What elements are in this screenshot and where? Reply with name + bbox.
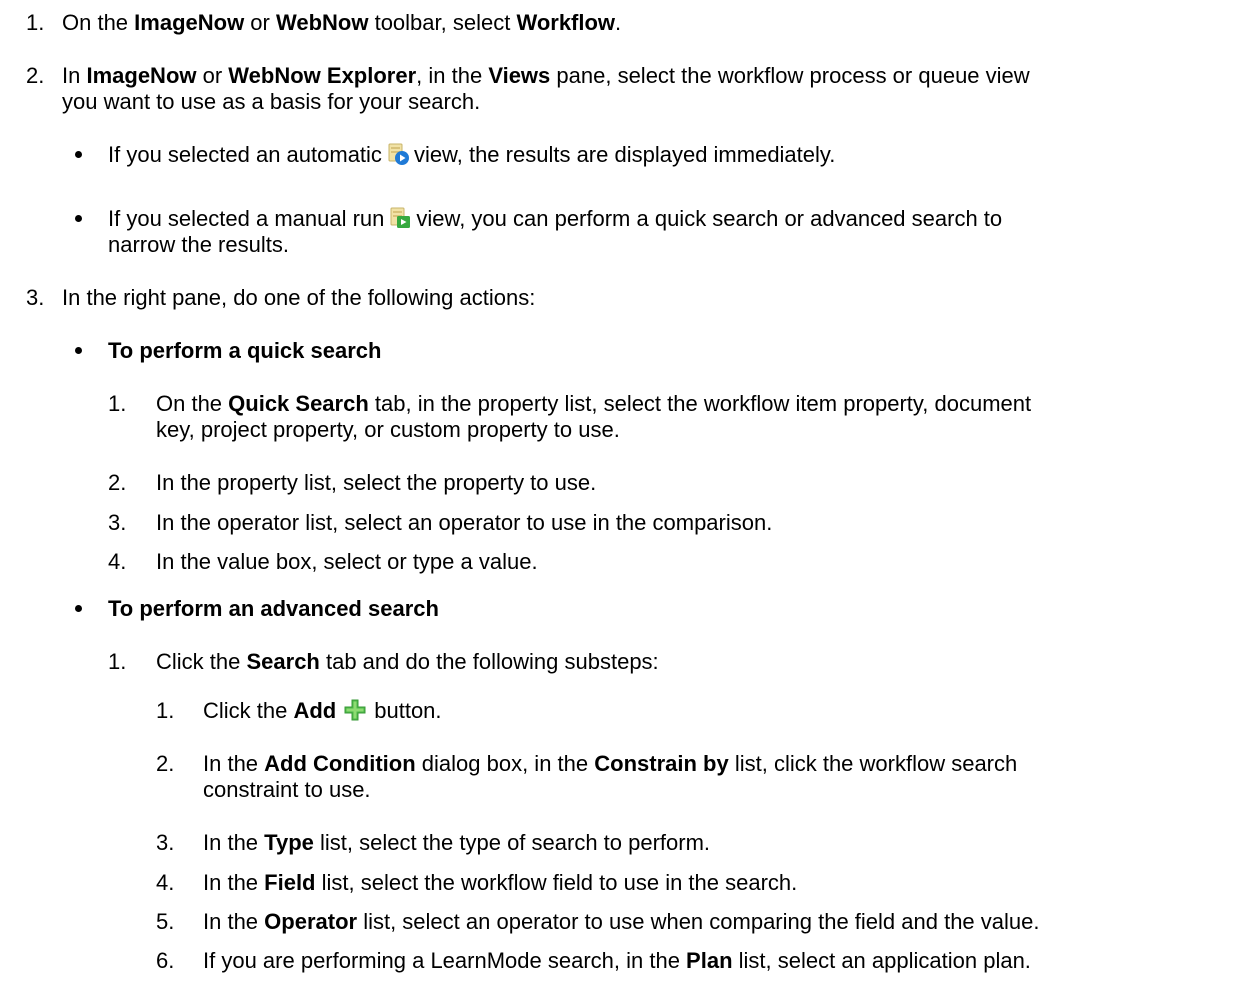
advanced-step-1-text: Click the Search tab and do the followin…: [156, 649, 659, 674]
advanced-step-1-number: 1.: [108, 649, 127, 674]
bullet: [75, 151, 82, 158]
bullet-manual-run-line2: narrow the results.: [108, 232, 289, 257]
substep-4-number: 4.: [156, 870, 175, 895]
substep-4-text: In the Field list, select the workflow f…: [203, 870, 798, 895]
add-plus-icon: [344, 699, 366, 727]
manual-run-view-icon: [388, 206, 412, 236]
quick-step-3-number: 3.: [108, 510, 127, 535]
substep-1-text: Click the Add button.: [203, 698, 442, 727]
quick-step-4-text: In the value box, select or type a value…: [156, 549, 538, 574]
step-3-number: 3.: [26, 285, 45, 310]
quick-step-1-text: On the Quick Search tab, in the property…: [156, 391, 1032, 416]
step-1-number: 1.: [26, 10, 45, 35]
substep-1-number: 1.: [156, 698, 175, 723]
bullet: [75, 347, 82, 354]
substep-3-number: 3.: [156, 830, 175, 855]
quick-step-1-line2: key, project property, or custom propert…: [156, 417, 620, 442]
substep-2-line2: constraint to use.: [203, 777, 371, 802]
step-2-number: 2.: [26, 63, 45, 88]
quick-step-2-text: In the property list, select the propert…: [156, 470, 597, 495]
bullet-automatic-view: If you selected an automatic view, the re…: [108, 142, 835, 172]
substep-2-number: 2.: [156, 751, 175, 776]
substep-5-text: In the Operator list, select an operator…: [203, 909, 1040, 934]
step-1-text: On the ImageNow or WebNow toolbar, selec…: [62, 10, 622, 35]
bullet: [75, 605, 82, 612]
quick-step-2-number: 2.: [108, 470, 127, 495]
quick-step-4-number: 4.: [108, 549, 127, 574]
step-2-text-line2: you want to use as a basis for your sear…: [62, 89, 481, 114]
step-3-text: In the right pane, do one of the followi…: [62, 285, 536, 310]
step-2-text: In ImageNow or WebNow Explorer, in the V…: [62, 63, 1030, 88]
automatic-view-icon: [386, 142, 410, 172]
bullet: [75, 215, 82, 222]
substep-6-number: 6.: [156, 948, 175, 973]
quick-search-heading: To perform a quick search: [108, 338, 382, 363]
advanced-search-heading: To perform an advanced search: [108, 596, 439, 621]
quick-step-1-number: 1.: [108, 391, 127, 416]
substep-5-number: 5.: [156, 909, 175, 934]
substep-3-text: In the Type list, select the type of sea…: [203, 830, 711, 855]
quick-step-3-text: In the operator list, select an operator…: [156, 510, 773, 535]
substep-2-text: In the Add Condition dialog box, in the …: [203, 751, 1018, 776]
substep-6-text: If you are performing a LearnMode search…: [203, 948, 1031, 973]
